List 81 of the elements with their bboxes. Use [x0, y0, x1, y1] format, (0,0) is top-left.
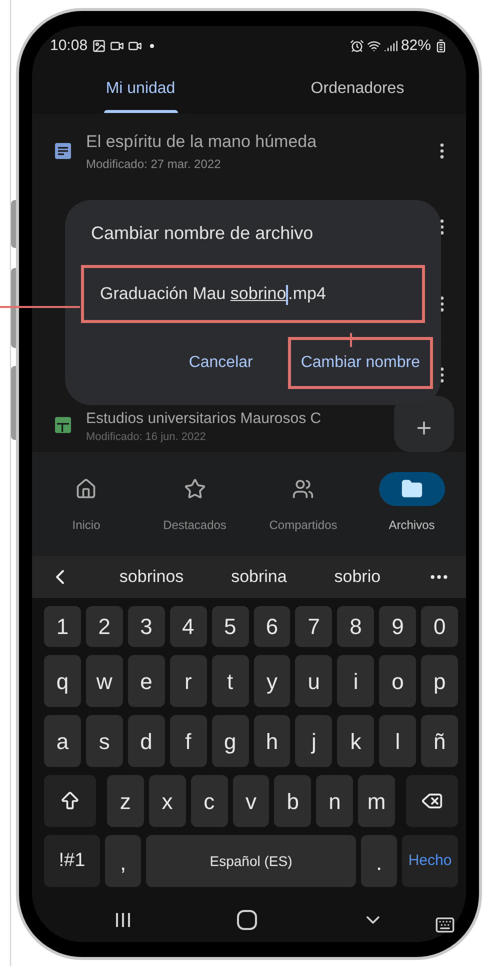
word-suggestion[interactable]: sobrina	[231, 564, 287, 590]
video-notification-icon	[110, 39, 124, 53]
keyboard-key[interactable]: 6	[254, 606, 290, 647]
keyboard-key[interactable]: e	[128, 655, 165, 707]
nav-item[interactable]: Inicio	[32, 472, 140, 534]
keyboard-key[interactable]: 9	[379, 606, 416, 647]
keyboard-key[interactable]: k	[337, 715, 374, 767]
keyboard-key[interactable]: 8	[337, 606, 374, 647]
file-name: Estudios universitarios Maurosos C	[86, 409, 322, 429]
nav-item[interactable]: Archivos	[358, 472, 466, 534]
keyboard-key[interactable]: r	[170, 655, 207, 707]
keyboard-key[interactable]: f	[170, 715, 207, 767]
dialog-button[interactable]: Cancelar	[176, 337, 266, 389]
keyboard-key[interactable]: x	[148, 775, 186, 827]
keyboard-key[interactable]: s	[86, 715, 123, 767]
clock: 10:08	[50, 36, 88, 56]
keyboard-key[interactable]: 1	[44, 606, 81, 647]
nav-item[interactable]: Compartidos	[249, 472, 358, 534]
keyboard-key[interactable]: a	[44, 715, 81, 767]
picture-notification-icon	[92, 39, 106, 53]
recent-apps-icon[interactable]	[114, 911, 132, 929]
keyboard-key[interactable]: u	[295, 655, 332, 707]
keyboard-key[interactable]: t	[212, 655, 249, 707]
keyboard-key[interactable]: w	[86, 655, 123, 707]
shift-icon	[59, 790, 81, 812]
keyboard-key[interactable]: j	[295, 715, 332, 767]
keyboard-key[interactable]: i	[337, 655, 374, 707]
folder-icon	[400, 478, 423, 500]
keyboard-key[interactable]: 7	[295, 606, 332, 647]
space-key[interactable]: Español (ES)	[146, 835, 356, 887]
done-key[interactable]: Hecho	[402, 835, 458, 887]
symbols-key[interactable]: !#1	[44, 835, 100, 887]
document-icon	[54, 142, 72, 160]
keyboard-key[interactable]: b	[274, 775, 312, 827]
tab[interactable]: Mi unidad	[32, 64, 249, 114]
star-icon	[184, 478, 206, 500]
keyboard-key[interactable]: 5	[212, 606, 249, 647]
file-name-field[interactable]: Graduación Mau sobrino.mp4	[81, 265, 425, 323]
word-suggestion[interactable]: sobrio	[334, 564, 381, 590]
dialog-button[interactable]: Cambiar nombre	[288, 337, 433, 389]
home-icon	[75, 478, 98, 500]
shift-key[interactable]	[44, 775, 96, 827]
keyboard-key[interactable]: q	[44, 655, 81, 707]
modified-date: Modificado: 27 mar. 2022	[86, 156, 222, 173]
keyboard-key[interactable]: 3	[128, 606, 165, 647]
alarm-icon	[350, 39, 364, 53]
backspace-key[interactable]	[406, 775, 458, 827]
keyboard-icon[interactable]	[435, 915, 455, 935]
battery-icon	[434, 39, 448, 53]
keyboard-key[interactable]: ñ	[421, 715, 458, 767]
keyboard-key[interactable]: ,	[105, 835, 141, 887]
spreadsheet-icon	[54, 416, 72, 434]
keyboard-key[interactable]: 2	[86, 606, 123, 647]
keyboard-key[interactable]: o	[379, 655, 416, 707]
home-button-icon[interactable]	[236, 910, 257, 930]
keyboard-key[interactable]: l	[379, 715, 416, 767]
keyboard-key[interactable]: n	[316, 775, 354, 827]
signal-icon	[384, 39, 398, 53]
keyboard-key[interactable]: h	[254, 715, 290, 767]
file-name: El espíritu de la mano húmeda	[86, 131, 318, 154]
dialog-title: Cambiar nombre de archivo	[90, 222, 314, 245]
tab[interactable]: Ordenadores	[249, 64, 466, 114]
keyboard-key[interactable]: z	[107, 775, 144, 827]
modified-date: Modificado: 16 jun. 2022	[86, 430, 207, 444]
keyboard-key[interactable]: p	[421, 655, 458, 707]
nav-item[interactable]: Destacados	[140, 472, 249, 534]
keyboard-key[interactable]: d	[128, 715, 165, 767]
word-suggestion[interactable]: sobrinos	[119, 564, 184, 590]
connector-line	[350, 333, 352, 347]
keyboard-key[interactable]: v	[232, 775, 270, 827]
keyboard-key[interactable]: 0	[421, 606, 458, 647]
wifi-icon	[366, 39, 381, 53]
video-notification-icon	[128, 39, 142, 53]
people-icon	[292, 478, 314, 500]
keyboard-key[interactable]: 4	[170, 606, 207, 647]
keyboard-key[interactable]: c	[190, 775, 228, 827]
keyboard-key[interactable]: m	[358, 775, 396, 827]
battery-level: 82%	[400, 36, 431, 56]
keyboard-key[interactable]: y	[254, 655, 290, 707]
keyboard-key[interactable]: g	[212, 715, 249, 767]
keyboard-key[interactable]: .	[361, 835, 397, 887]
